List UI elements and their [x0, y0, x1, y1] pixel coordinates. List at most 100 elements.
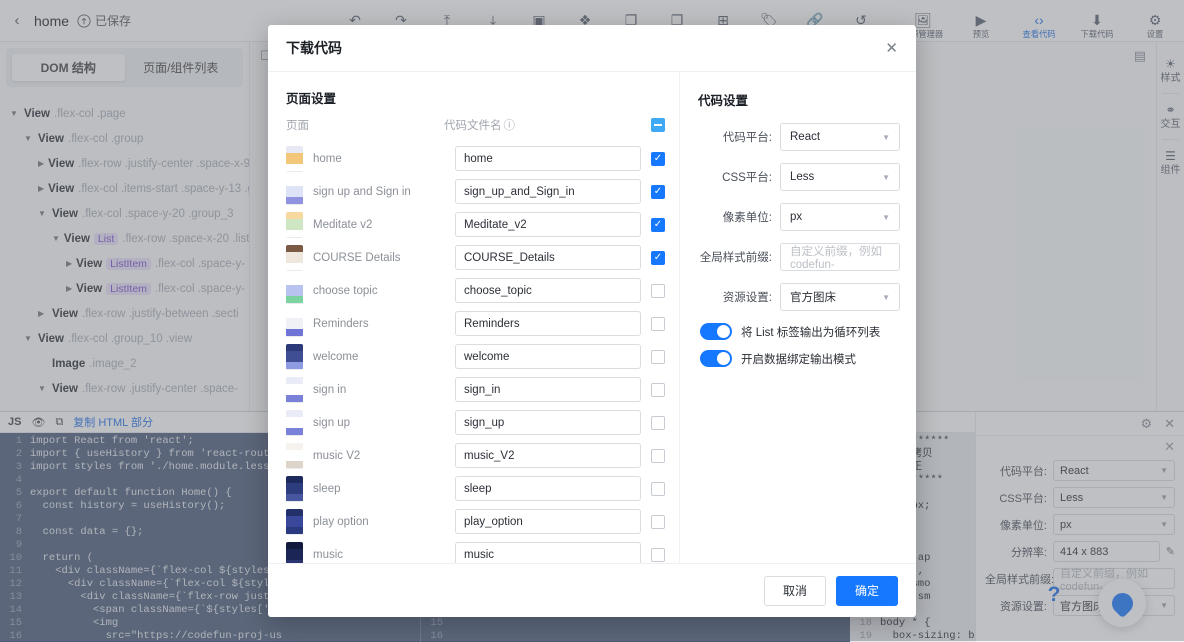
- page-checkbox[interactable]: [651, 184, 665, 199]
- page-checkbox[interactable]: [651, 349, 665, 364]
- chevron-down-icon: ▼: [882, 212, 890, 222]
- page-checkbox[interactable]: [651, 415, 665, 430]
- filename-value: sleep: [464, 482, 492, 495]
- page-checkbox[interactable]: [651, 217, 665, 232]
- page-checkbox[interactable]: [651, 514, 665, 529]
- page-name: sign up: [313, 416, 351, 429]
- column-header-filename: 代码文件名 ⓘ: [444, 117, 651, 133]
- filename-input[interactable]: play_option: [455, 509, 641, 534]
- page-settings-title: 页面设置: [286, 92, 337, 106]
- page-row[interactable]: welcome welcome: [286, 340, 665, 373]
- code-setting-label: 像素单位:: [722, 212, 772, 224]
- page-thumbnail: [286, 178, 303, 205]
- download-code-dialog: 下载代码 ✕ 页面设置 页面 代码文件名ⓘ home home sign up an…: [268, 25, 916, 617]
- filename-input[interactable]: Reminders: [455, 311, 641, 336]
- code-setting-select[interactable]: Less ▼: [780, 163, 900, 191]
- page-thumbnail: [286, 310, 303, 337]
- page-checkbox[interactable]: [651, 547, 665, 562]
- page-name: music: [313, 548, 344, 561]
- filename-input[interactable]: music_V2: [455, 443, 641, 468]
- page-checkbox[interactable]: [651, 382, 665, 397]
- page-thumbnail: [286, 475, 303, 502]
- code-setting-select[interactable]: 官方图床 ▼: [780, 283, 900, 311]
- code-settings-title: 代码设置: [698, 94, 749, 108]
- dialog-close-icon[interactable]: ✕: [885, 41, 898, 56]
- page-name: music V2: [313, 449, 361, 462]
- page-list[interactable]: home home sign up and Sign in sign_up_and_S…: [268, 142, 679, 563]
- page-name: choose topic: [313, 284, 378, 297]
- filename-input[interactable]: home: [455, 146, 641, 171]
- page-thumbnail: [286, 541, 303, 563]
- page-row[interactable]: music V2 music_V2: [286, 439, 665, 472]
- page-checkbox[interactable]: [651, 283, 665, 298]
- page-checkbox[interactable]: [651, 316, 665, 331]
- code-setting-value: React: [790, 131, 821, 143]
- page-name: sign in: [313, 383, 347, 396]
- page-row[interactable]: music music: [286, 538, 665, 563]
- toggle-switch[interactable]: [700, 350, 732, 367]
- select-all-checkbox[interactable]: [651, 118, 665, 132]
- page-checkbox[interactable]: [651, 481, 665, 496]
- filename-value: play_option: [464, 515, 523, 528]
- filename-input[interactable]: choose_topic: [455, 278, 641, 303]
- chevron-down-icon: ▼: [882, 132, 890, 142]
- code-setting-value: 自定义前缀，例如 codefun-: [790, 246, 882, 271]
- chevron-down-icon: ▼: [882, 172, 890, 182]
- page-row[interactable]: sign in sign_in: [286, 373, 665, 406]
- page-thumbnail: [286, 508, 303, 535]
- code-setting-value: px: [790, 211, 803, 223]
- page-row[interactable]: Meditate v2 Meditate_v2: [286, 208, 665, 241]
- page-row[interactable]: play option play_option: [286, 505, 665, 538]
- code-settings-section: 代码设置 代码平台: React ▼ CSS平台: Less ▼ 像素单位: px ▼ 全局样式前…: [680, 72, 916, 563]
- filename-input[interactable]: sign_up_and_Sign_in: [455, 179, 641, 204]
- page-name: Meditate v2: [313, 218, 373, 231]
- code-setting-row: 像素单位: px ▼: [698, 203, 900, 231]
- filename-input[interactable]: sleep: [455, 476, 641, 501]
- filename-value: sign_up: [464, 416, 505, 429]
- page-checkbox[interactable]: [651, 250, 665, 265]
- filename-value: sign_in: [464, 383, 501, 396]
- page-row[interactable]: sign up and Sign in sign_up_and_Sign_in: [286, 175, 665, 208]
- code-setting-label: CSS平台:: [722, 172, 772, 184]
- page-checkbox[interactable]: [651, 151, 665, 166]
- code-setting-input[interactable]: 自定义前缀，例如 codefun-: [780, 243, 900, 271]
- dialog-title: 下载代码: [286, 40, 342, 56]
- page-row[interactable]: Reminders Reminders: [286, 307, 665, 340]
- info-icon[interactable]: ⓘ: [504, 117, 516, 133]
- filename-input[interactable]: welcome: [455, 344, 641, 369]
- toggle-row: 将 List 标签输出为循环列表: [698, 323, 900, 340]
- page-name: COURSE Details: [313, 251, 401, 264]
- page-name: Reminders: [313, 317, 369, 330]
- code-settings-fields: 代码平台: React ▼ CSS平台: Less ▼ 像素单位: px ▼ 全局样式前缀: 自定义…: [698, 123, 900, 311]
- filename-input[interactable]: sign_in: [455, 377, 641, 402]
- toggle-switch[interactable]: [700, 323, 732, 340]
- page-name: play option: [313, 515, 369, 528]
- page-name: home: [313, 152, 342, 165]
- code-setting-value: 官方图床: [790, 292, 836, 304]
- code-setting-label: 全局样式前缀:: [699, 252, 772, 264]
- dialog-footer: 取消 确定: [268, 563, 916, 617]
- chevron-down-icon: ▼: [882, 292, 890, 302]
- filename-input[interactable]: sign_up: [455, 410, 641, 435]
- page-row[interactable]: sleep sleep: [286, 472, 665, 505]
- code-setting-select[interactable]: React ▼: [780, 123, 900, 151]
- page-thumbnail: [286, 376, 303, 403]
- code-setting-select[interactable]: px ▼: [780, 203, 900, 231]
- page-thumbnail: [286, 145, 303, 172]
- filename-value: welcome: [464, 350, 510, 363]
- page-row[interactable]: COURSE Details COURSE_Details: [286, 241, 665, 274]
- page-row[interactable]: sign up sign_up: [286, 406, 665, 439]
- filename-input[interactable]: Meditate_v2: [455, 212, 641, 237]
- code-setting-label: 资源设置:: [722, 292, 772, 304]
- page-checkbox[interactable]: [651, 448, 665, 463]
- filename-input[interactable]: COURSE_Details: [455, 245, 641, 270]
- confirm-button[interactable]: 确定: [836, 575, 898, 606]
- cancel-button[interactable]: 取消: [764, 575, 826, 606]
- filename-input[interactable]: music: [455, 542, 641, 563]
- code-setting-row: 代码平台: React ▼: [698, 123, 900, 151]
- page-row[interactable]: choose topic choose_topic: [286, 274, 665, 307]
- filename-value: Reminders: [464, 317, 520, 330]
- filename-value: Meditate_v2: [464, 218, 527, 231]
- code-setting-value: Less: [790, 171, 815, 183]
- page-row[interactable]: home home: [286, 142, 665, 175]
